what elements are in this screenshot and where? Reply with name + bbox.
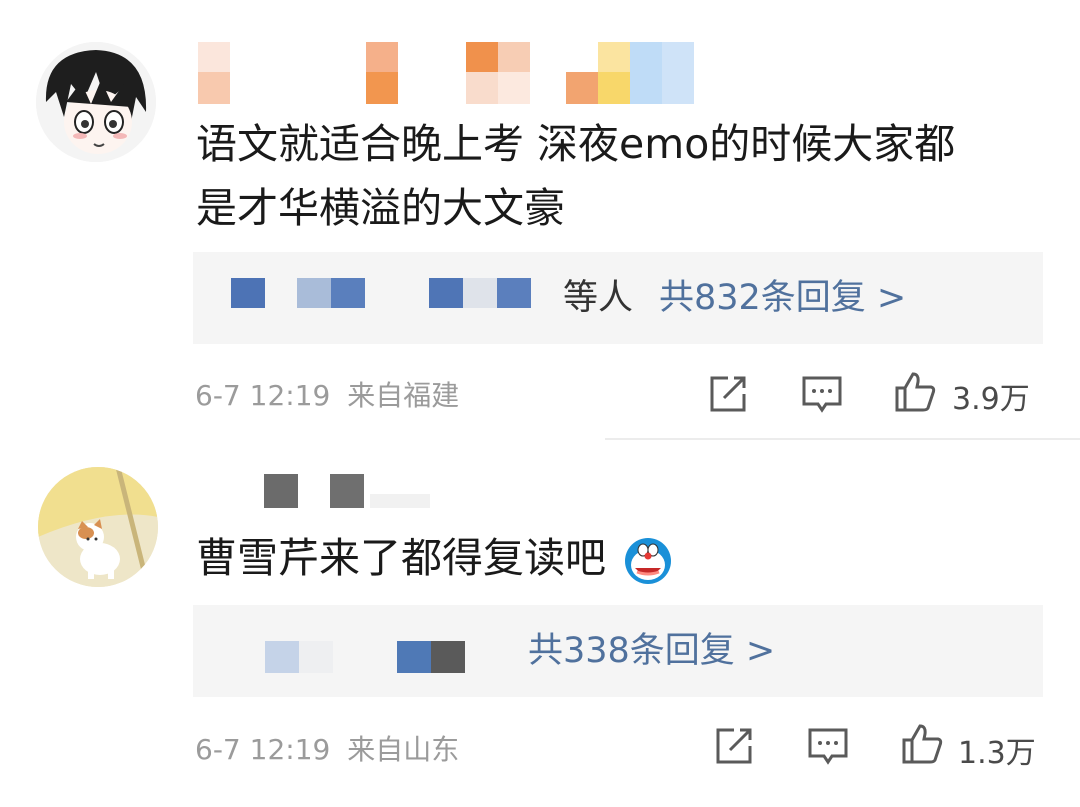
replier-name-blurred xyxy=(331,278,365,308)
reply-preview[interactable]: 等人 共832条回复 > xyxy=(193,252,1043,344)
replier-name-blurred xyxy=(431,641,465,673)
comment-item: 曹雪芹来了都得复读吧 共338条回复 > 6-7 12:19 来自山东 1.3万 xyxy=(0,440,1080,807)
share-icon[interactable] xyxy=(712,724,756,768)
anime-avatar-image xyxy=(36,42,156,162)
replier-name-blurred xyxy=(429,278,463,308)
replier-name-blurred xyxy=(231,278,265,308)
view-replies-link[interactable]: 共338条回复 > xyxy=(528,605,775,697)
comment-icon[interactable] xyxy=(800,372,844,416)
like-icon[interactable] xyxy=(893,370,937,414)
doraemon-emoji-icon xyxy=(623,536,673,586)
location: 来自山东 xyxy=(347,733,460,766)
share-icon[interactable] xyxy=(706,372,750,416)
comment-item: 语文就适合晚上考 深夜emo的时候大家都 是才华横溢的大文豪 等人 共832条回… xyxy=(0,0,1080,440)
username-blurred[interactable] xyxy=(196,42,701,112)
replier-name-blurred xyxy=(397,641,431,673)
like-count: 1.3万 xyxy=(958,736,1036,771)
like-icon[interactable] xyxy=(900,722,944,766)
dog-figurine-avatar-image xyxy=(38,467,158,587)
reply-preview[interactable]: 共338条回复 > xyxy=(193,605,1043,697)
comment-text: 曹雪芹来了都得复读吧 xyxy=(196,526,673,590)
timestamp: 6-7 12:19 xyxy=(195,733,331,766)
replier-name-blurred xyxy=(265,641,299,673)
comment-icon[interactable] xyxy=(806,724,850,768)
reply-prefix-text: 等人 xyxy=(563,278,634,318)
comment-text: 语文就适合晚上考 深夜emo的时候大家都 xyxy=(196,120,956,168)
timestamp: 6-7 12:19 xyxy=(195,379,331,412)
location: 来自福建 xyxy=(347,379,460,412)
like-count: 3.9万 xyxy=(952,382,1030,417)
comment-text-body: 曹雪芹来了都得复读吧 xyxy=(196,534,606,582)
comment-meta: 6-7 12:19 来自山东 xyxy=(195,728,459,768)
view-replies-link[interactable]: 共832条回复 > xyxy=(659,252,906,344)
avatar[interactable] xyxy=(38,467,158,587)
replier-name-blurred xyxy=(297,278,331,308)
replier-name-blurred xyxy=(463,278,497,308)
comment-meta: 6-7 12:19 来自福建 xyxy=(195,374,459,414)
replier-name-blurred xyxy=(299,641,333,673)
replier-name-blurred xyxy=(497,278,531,308)
comment-text: 是才华横溢的大文豪 xyxy=(196,184,565,232)
avatar[interactable] xyxy=(36,42,156,162)
